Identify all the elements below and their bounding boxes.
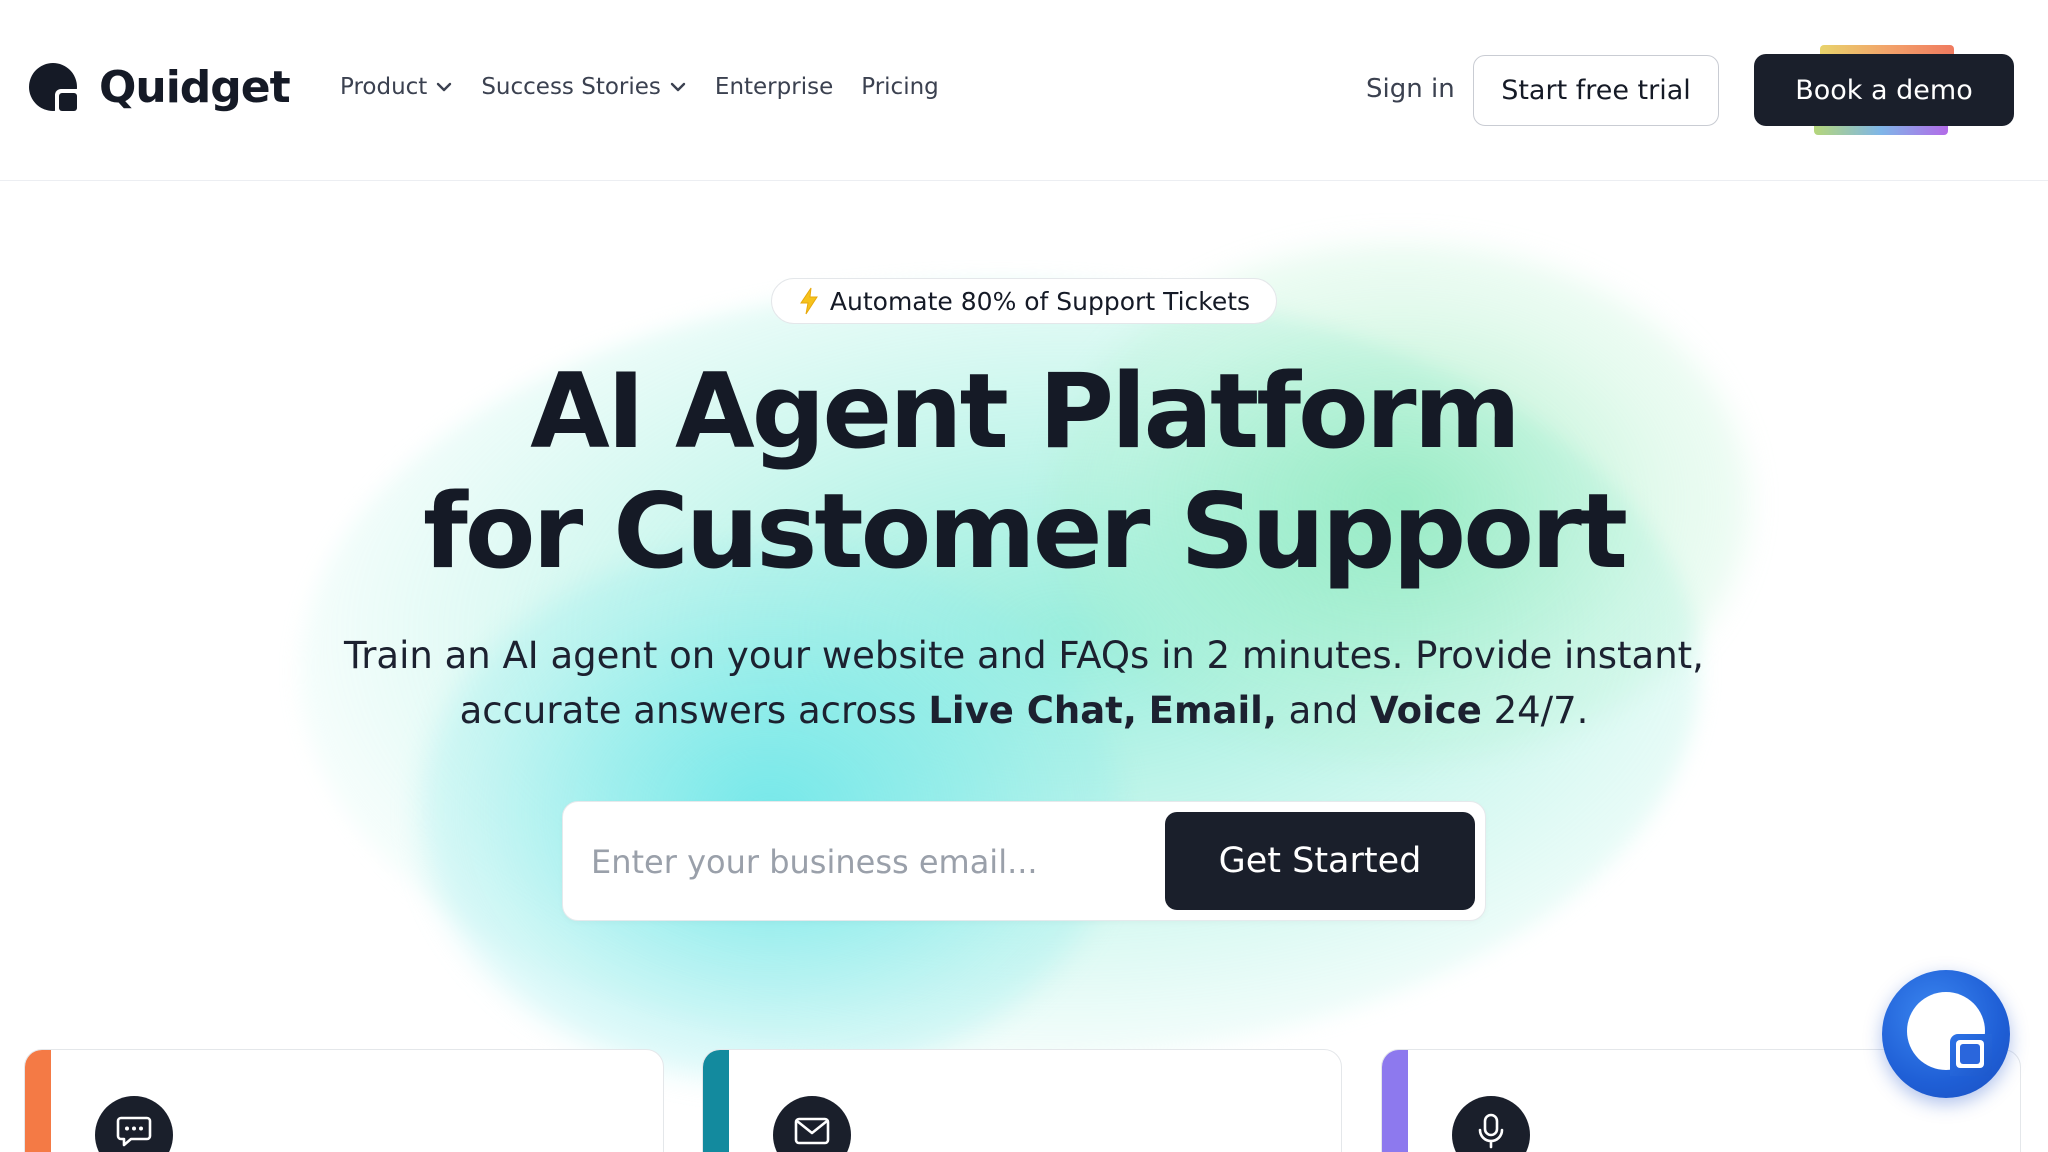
subtitle-email: Email,	[1148, 689, 1277, 732]
hero-subtitle-line-1: Train an AI agent on your website and FA…	[344, 634, 1704, 677]
card-accent-stripe	[703, 1050, 729, 1152]
hero-subtitle: Train an AI agent on your website and FA…	[324, 628, 1724, 738]
lightning-bolt-icon	[799, 287, 818, 315]
card-accent-stripe	[25, 1050, 51, 1152]
subtitle-suffix: 24/7.	[1493, 689, 1589, 732]
nav-item-pricing[interactable]: Pricing	[861, 74, 939, 100]
subtitle-prefix: accurate answers across	[459, 689, 929, 732]
microphone-icon	[1452, 1096, 1530, 1152]
hero-title-line-1: AI Agent Platform	[530, 352, 1521, 472]
brand-name: Quidget	[99, 62, 291, 113]
chevron-down-icon	[437, 82, 452, 92]
hero-title-line-2: for Customer Support	[422, 472, 1628, 592]
email-signup-form: Get Started	[562, 801, 1486, 921]
nav-item-label: Enterprise	[714, 74, 834, 100]
hero-section: Automate 80% of Support Tickets AI Agent…	[0, 182, 2048, 1152]
sign-in-link[interactable]: Sign in	[1366, 74, 1455, 104]
business-email-input[interactable]	[591, 832, 1151, 892]
nav-item-product[interactable]: Product	[340, 74, 453, 100]
quidget-logo-icon	[29, 62, 81, 115]
chat-launcher-icon-square-inner	[1960, 1044, 1980, 1064]
card-accent-stripe	[1382, 1050, 1408, 1152]
subtitle-live-chat: Live Chat,	[928, 689, 1137, 732]
nav-item-enterprise[interactable]: Enterprise	[715, 74, 833, 100]
main-nav: Product Success Stories Enterprise Prici…	[340, 74, 967, 100]
feature-card-live-chat[interactable]	[24, 1049, 664, 1152]
chat-launcher-button[interactable]	[1882, 970, 2010, 1098]
site-header: Quidget Product Success Stories Enterpri…	[0, 0, 2048, 181]
nav-item-label: Success Stories	[481, 74, 661, 100]
start-free-trial-button[interactable]: Start free trial	[1473, 55, 1719, 126]
nav-item-label: Product	[340, 74, 428, 100]
mail-icon	[773, 1096, 851, 1152]
nav-item-label: Pricing	[861, 74, 939, 100]
get-started-button[interactable]: Get Started	[1165, 812, 1475, 910]
nav-item-success-stories[interactable]: Success Stories	[481, 74, 687, 100]
book-demo-button[interactable]: Book a demo	[1754, 54, 2014, 126]
hero-badge: Automate 80% of Support Tickets	[771, 278, 1277, 324]
book-demo-wrapper: Book a demo	[1754, 45, 2014, 135]
hero-title: AI Agent Platform for Customer Support	[224, 352, 1824, 592]
chevron-down-icon	[670, 82, 686, 92]
hero-subtitle-line-2: accurate answers across Live Chat, Email…	[324, 683, 1724, 738]
subtitle-voice: Voice	[1370, 689, 1482, 732]
hero-badge-text: Automate 80% of Support Tickets	[829, 286, 1251, 316]
feature-card-email[interactable]	[702, 1049, 1342, 1152]
chat-bubble-icon	[95, 1096, 173, 1152]
brand-logo[interactable]: Quidget	[29, 62, 291, 115]
subtitle-and: and	[1288, 689, 1359, 732]
